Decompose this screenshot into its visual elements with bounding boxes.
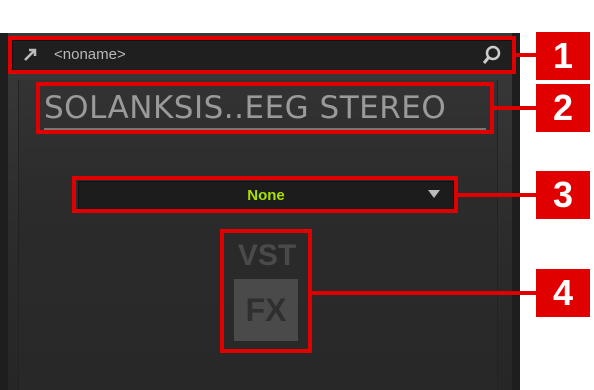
callout-box-1 [8,36,516,74]
callout-box-3 [72,176,458,213]
callout-box-2 [36,82,494,134]
callout-badge-3: 3 [536,171,590,219]
callout-line-2 [494,106,536,110]
callout-badge-2: 2 [536,84,590,132]
callout-line-1 [516,53,536,57]
panel-left-edge [0,33,8,390]
callout-badge-1: 1 [536,32,590,80]
panel-right-edge [512,33,520,390]
callout-line-4 [312,291,536,295]
callout-box-4 [220,229,312,353]
callout-line-3 [458,193,536,197]
callout-badge-4: 4 [536,269,590,317]
